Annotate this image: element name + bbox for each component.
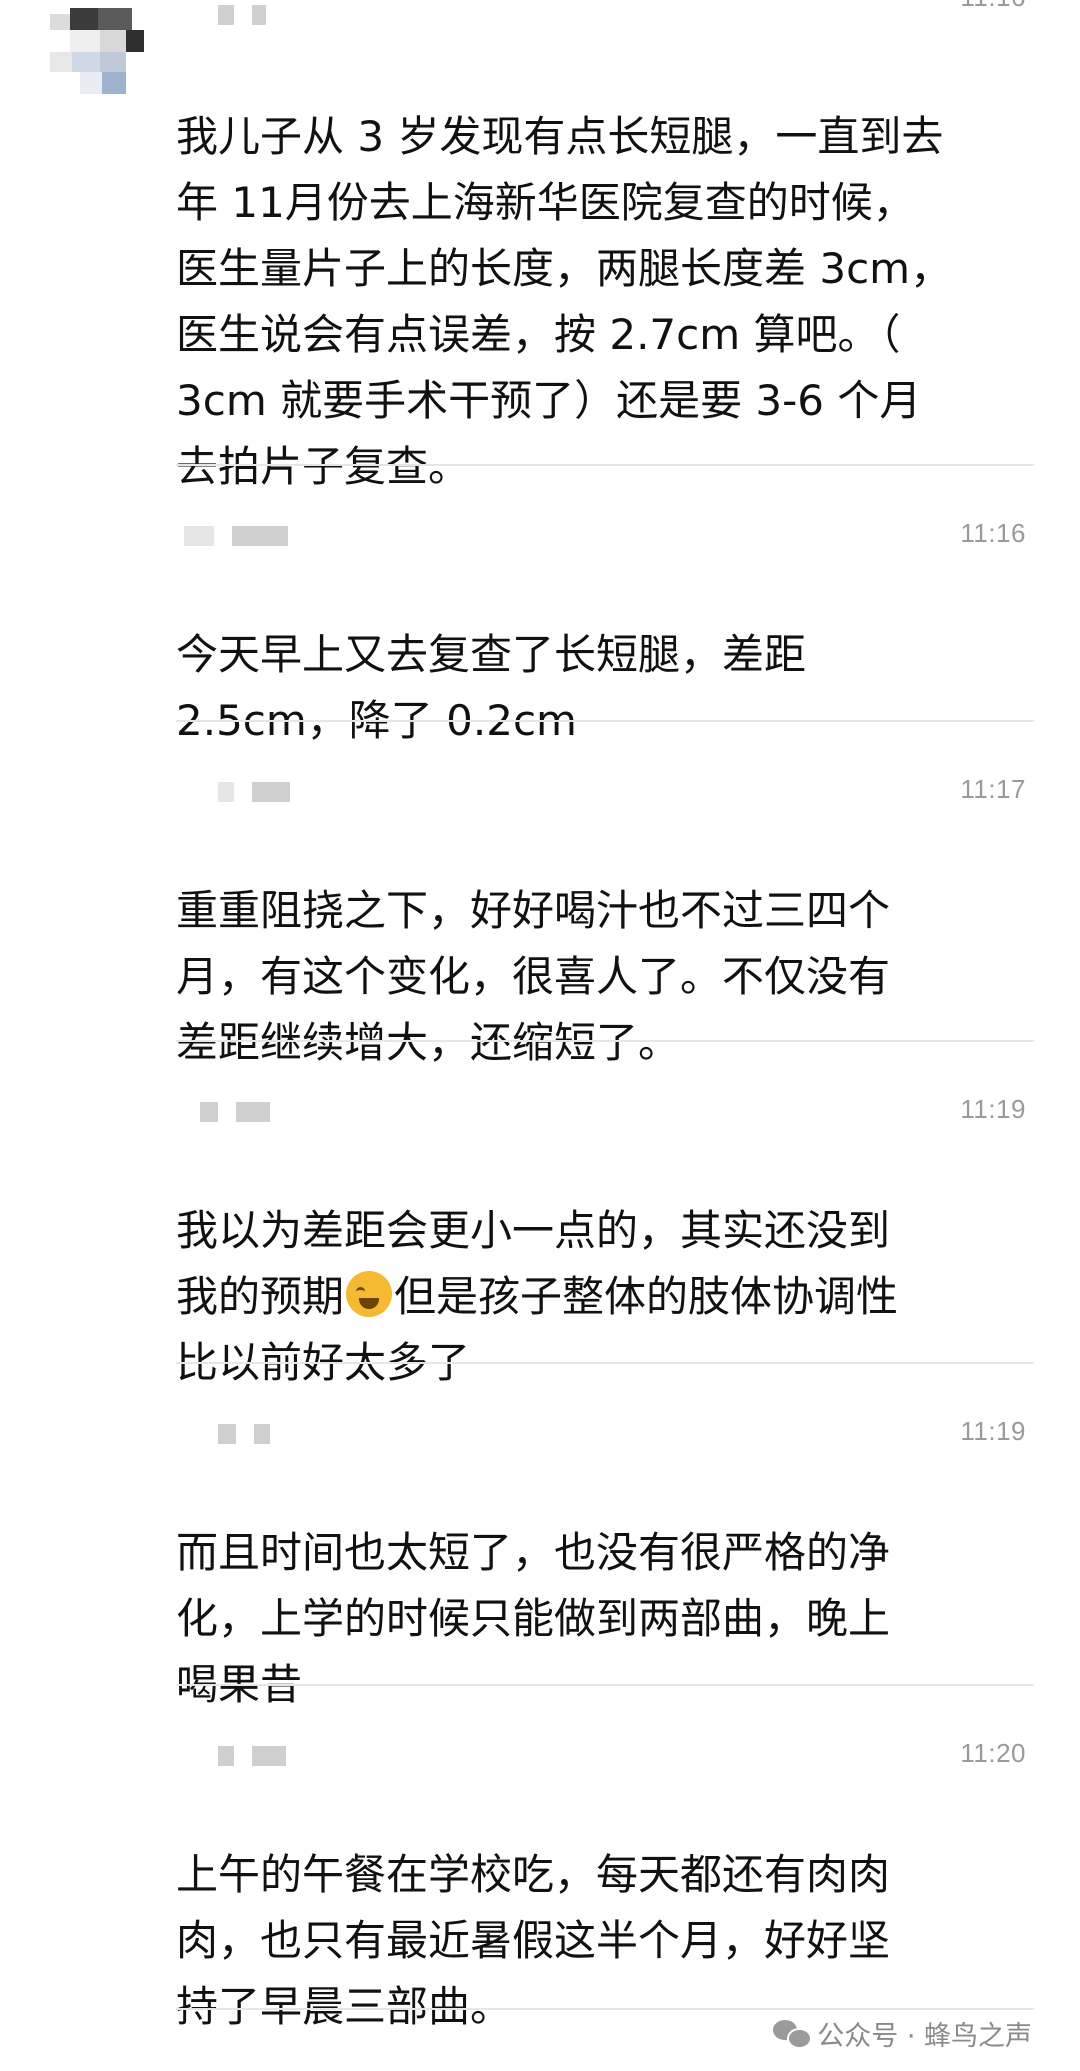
message-time: 11:19 [960,1094,1026,1124]
message-line: 上午的午餐在学校吃，每天都还有肉肉 [176,1850,891,1899]
message-text: 今天早上又去复查了长短腿，差距 2.5cm，降了 0.2cm [176,556,1026,754]
message-line: 重重阻挠之下，好好喝汁也不过三四个 [176,886,891,935]
message-divider [176,720,1034,722]
message-text: 而且时间也太短了，也没有很严格的净 化，上学的时候只能做到两部曲，晚上 喝果昔 [176,1454,1026,1718]
message-line: 年 11月份去上海新华医院复查的时候， [176,178,915,227]
message-line: 3cm 就要手术干预了）还是要 3-6 个月 [176,376,922,425]
message-divider [176,1684,1034,1686]
message-line: 而且时间也太短了，也没有很严格的净 [176,1528,891,1577]
message-line: 持了早晨三部曲。 [176,1982,513,2031]
message-divider [176,2008,1034,2010]
message-text: 我以为差距会更小一点的，其实还没到 我的预期 但是孩子整体的肢体协调性 比以前好太… [176,1132,1026,1396]
message-time: 11:20 [960,1738,1026,1768]
message-line: 我的预期 但是孩子整体的肢体协调性 [176,1271,899,1321]
message-line: 去拍片子复查。 [176,442,471,491]
message-text: 上午的午餐在学校吃，每天都还有肉肉 肉，也只有最近暑假这半个月，好好坚 持了早晨… [176,1776,1026,2040]
message-divider [176,1362,1034,1364]
watermark: 公众号 · 蜂鸟之声 [773,2013,1032,2053]
message-line: 我以为差距会更小一点的，其实还没到 [176,1206,891,1255]
message-line-part: 我的预期 [176,1272,345,1321]
avatar[interactable] [50,0,150,100]
message-line: 医生说会有点误差，按 2.7cm 算吧。（ [176,310,901,359]
message-divider [176,464,1034,466]
message-line-part: 但是孩子整体的肢体协调性 [394,1272,899,1321]
watermark-text: 公众号 · 蜂鸟之声 [817,2020,1032,2052]
message-line: 月，有这个变化，很喜人了。不仅没有 [176,952,891,1001]
message-line: 差距继续增大，还缩短了。 [176,1018,681,1067]
message-text: 我儿子从 3 岁发现有点长短腿，一直到去 年 11月份去上海新华医院复查的时候，… [176,38,1026,500]
message-time: 11:19 [960,1416,1026,1446]
message-time: 11:17 [960,774,1026,804]
wechat-icon [773,2018,813,2049]
message-line: 今天早上又去复查了长短腿，差距 [176,630,807,679]
message-divider [176,1040,1034,1042]
message-line: 我儿子从 3 岁发现有点长短腿，一直到去 [176,112,944,161]
face-with-tears-of-joy-icon [346,1271,393,1317]
message-time: 11:16 [960,518,1026,548]
message-line: 医生量片子上的长度，两腿长度差 3cm， [176,244,953,293]
message-line: 肉，也只有最近暑假这半个月，好好坚 [176,1916,891,1965]
message-time: 11:16 [960,0,1026,13]
message-text: 重重阻挠之下，好好喝汁也不过三四个 月，有这个变化，很喜人了。不仅没有 差距继续… [176,812,1026,1076]
chat-screenshot: 11:16 我儿子从 3 岁发现有点长短腿，一直到去 年 11月份去上海新华医院… [0,0,1080,2071]
message-line: 化，上学的时候只能做到两部曲，晚上 [176,1594,891,1643]
